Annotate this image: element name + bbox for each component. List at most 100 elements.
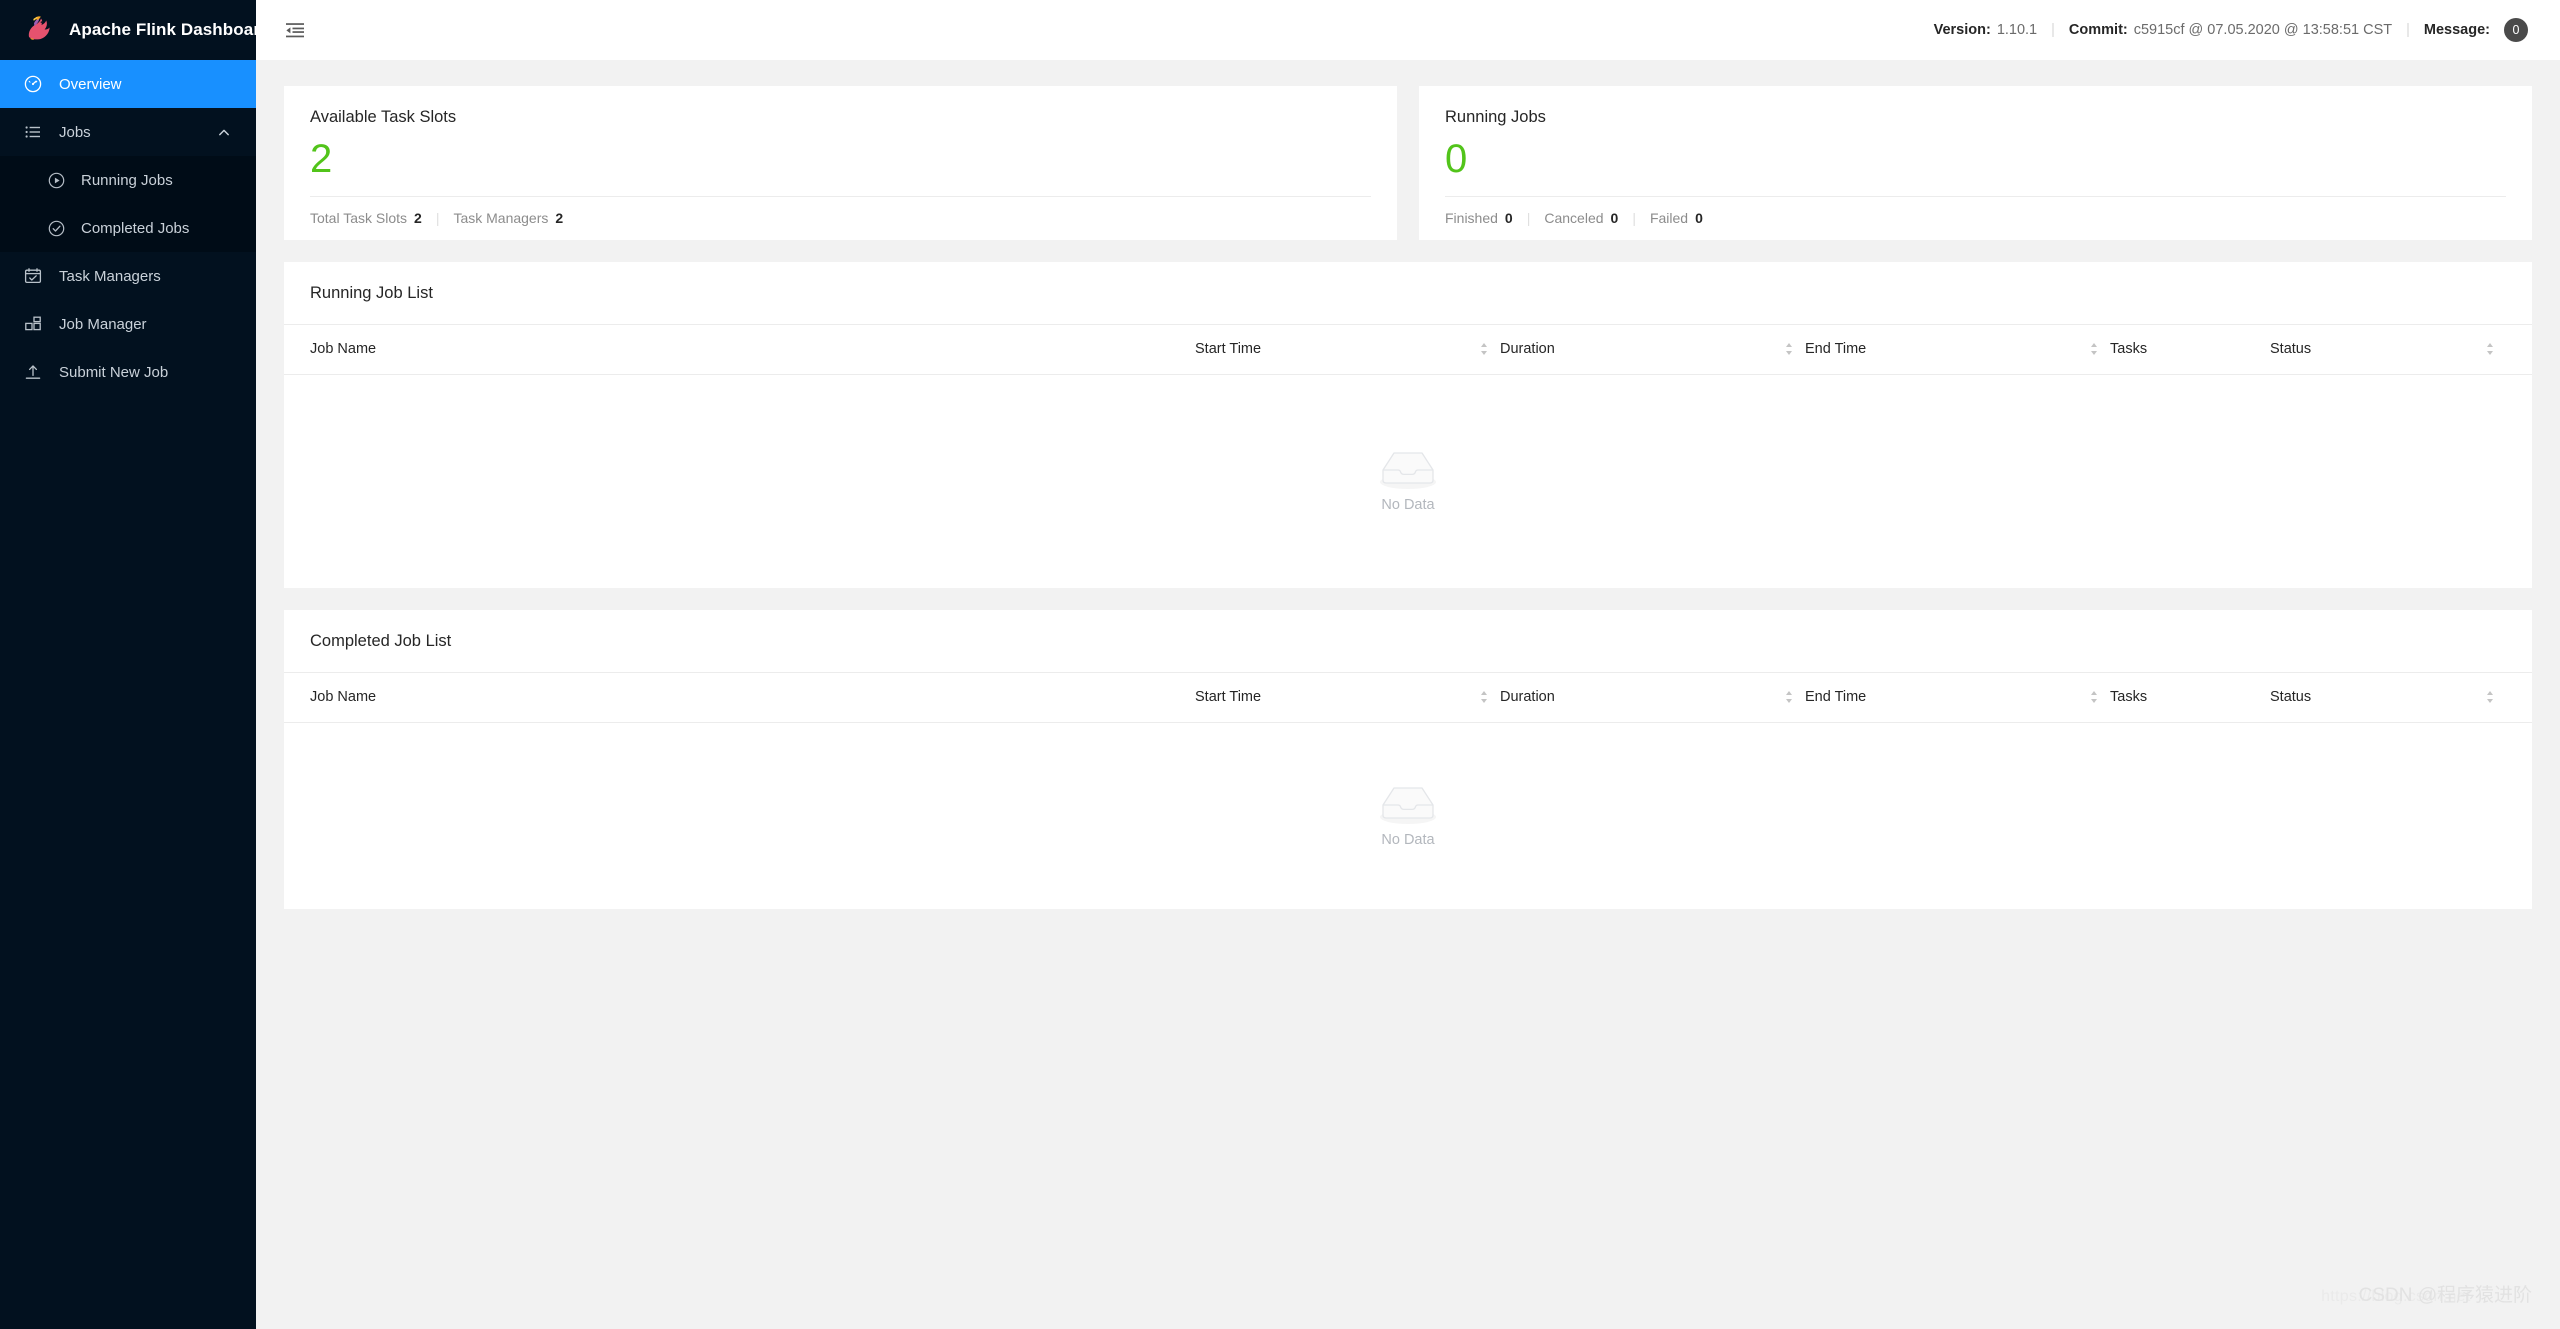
running-job-list-empty-state: No Data bbox=[284, 375, 2532, 588]
empty-text: No Data bbox=[1381, 497, 1435, 514]
total-task-slots-label: Total Task Slots bbox=[310, 210, 408, 227]
empty-box-icon bbox=[1376, 449, 1440, 490]
empty-box-icon bbox=[1376, 784, 1440, 825]
sidebar-item-task-managers[interactable]: Task Managers bbox=[0, 252, 256, 300]
running-jobs-value: 0 bbox=[1445, 137, 1468, 181]
sort-arrows-icon[interactable] bbox=[1783, 340, 1795, 358]
running-job-table: Job Name Start Time Duration End Time Ta… bbox=[284, 323, 2532, 588]
separator: | bbox=[2051, 22, 2055, 38]
column-label: Job Name bbox=[310, 689, 377, 706]
topbar-info: Version: 1.10.1 | Commit: c5915cf @ 07.0… bbox=[1934, 18, 2528, 42]
column-label: Duration bbox=[1500, 341, 1555, 358]
card-footer: Total Task Slots 2 | Task Managers 2 bbox=[310, 197, 1371, 240]
sidebar-item-label: Submit New Job bbox=[59, 363, 169, 381]
column-header-duration[interactable]: Duration bbox=[1500, 340, 1805, 358]
column-header-end-time[interactable]: End Time bbox=[1805, 688, 2110, 706]
sort-arrows-icon[interactable] bbox=[1478, 340, 1490, 358]
sidebar-item-completed-jobs[interactable]: Completed Jobs bbox=[0, 204, 256, 252]
card-title: Available Task Slots bbox=[310, 108, 457, 126]
running-job-list-title: Running Job List bbox=[310, 283, 433, 302]
completed-job-list-title: Completed Job List bbox=[310, 631, 452, 650]
empty-text: No Data bbox=[1381, 831, 1435, 848]
failed-value: 0 bbox=[1695, 210, 1703, 227]
column-label: Duration bbox=[1500, 689, 1555, 706]
column-label: Start Time bbox=[1195, 689, 1262, 706]
sidebar: Apache Flink Dashboard Overview Jobs Run… bbox=[0, 0, 270, 1329]
running-jobs-card: Running Jobs 0 Finished 0 | Canceled 0 |… bbox=[1419, 86, 2532, 240]
column-header-duration[interactable]: Duration bbox=[1500, 688, 1805, 706]
jobs-submenu: Running Jobs Completed Jobs bbox=[0, 156, 256, 252]
task-managers-label: Task Managers bbox=[453, 210, 549, 227]
canceled-label: Canceled bbox=[1544, 210, 1604, 227]
divider: | bbox=[435, 210, 440, 227]
finished-value: 0 bbox=[1504, 210, 1513, 227]
column-header-start-time[interactable]: Start Time bbox=[1195, 340, 1500, 358]
completed-job-list-card: Completed Job List Job Name Start Time D… bbox=[284, 609, 2532, 909]
card-title: Running Jobs bbox=[1445, 108, 1546, 126]
separator: | bbox=[2406, 22, 2410, 38]
version-value: 1.10.1 bbox=[1996, 22, 2038, 38]
play-circle-icon bbox=[48, 172, 65, 189]
brand-title: Apache Flink Dashboard bbox=[69, 20, 271, 39]
task-managers-value: 2 bbox=[555, 210, 564, 227]
completed-job-list-empty-state: No Data bbox=[284, 723, 2532, 909]
stats-row: Available Task Slots 2 Total Task Slots … bbox=[284, 86, 2532, 240]
column-header-tasks: Tasks bbox=[2110, 341, 2270, 357]
sidebar-item-job-manager[interactable]: Job Manager bbox=[0, 300, 256, 348]
sort-arrows-icon[interactable] bbox=[1783, 688, 1795, 706]
brand[interactable]: Apache Flink Dashboard bbox=[0, 0, 270, 60]
column-header-status[interactable]: Status bbox=[2270, 688, 2506, 706]
column-label: End Time bbox=[1805, 689, 1867, 706]
running-job-list-card: Running Job List Job Name Start Time Dur… bbox=[284, 261, 2532, 588]
flink-dashboard: Apache Flink Dashboard Overview Jobs Run… bbox=[0, 0, 2560, 1329]
upload-icon bbox=[24, 363, 42, 381]
finished-label: Finished bbox=[1445, 210, 1498, 227]
completed-job-table: Job Name Start Time Duration End Time Ta… bbox=[284, 671, 2532, 909]
sidebar-item-overview[interactable]: Overview bbox=[0, 60, 256, 108]
commit-value: c5915cf @ 07.05.2020 @ 13:58:51 CST bbox=[2133, 22, 2393, 38]
sidebar-subitem-label: Running Jobs bbox=[81, 171, 173, 189]
sort-arrows-icon[interactable] bbox=[1478, 688, 1490, 706]
sidebar-item-label: Job Manager bbox=[59, 315, 147, 333]
sort-arrows-icon[interactable] bbox=[2088, 688, 2100, 706]
sidebar-nav: Overview Jobs Running Jobs Completed Job… bbox=[0, 60, 256, 396]
sort-arrows-icon[interactable] bbox=[2484, 340, 2496, 358]
table-header-row: Job Name Start Time Duration End Time Ta… bbox=[284, 673, 2532, 723]
sidebar-subitem-label: Completed Jobs bbox=[81, 219, 190, 237]
column-label: Status bbox=[2270, 689, 2312, 706]
list-icon bbox=[24, 123, 42, 141]
column-label: Tasks bbox=[2110, 341, 2148, 358]
divider: | bbox=[1526, 210, 1531, 227]
content: Available Task Slots 2 Total Task Slots … bbox=[256, 60, 2560, 1329]
message-label: Message: bbox=[2423, 22, 2490, 38]
column-header-start-time[interactable]: Start Time bbox=[1195, 688, 1500, 706]
available-task-slots-value: 2 bbox=[310, 137, 333, 181]
message-count-badge[interactable]: 0 bbox=[2504, 18, 2528, 42]
sort-arrows-icon[interactable] bbox=[2484, 688, 2496, 706]
column-label: Tasks bbox=[2110, 689, 2148, 706]
menu-fold-icon[interactable] bbox=[282, 17, 308, 43]
available-task-slots-card: Available Task Slots 2 Total Task Slots … bbox=[284, 86, 1397, 240]
column-header-job-name: Job Name bbox=[310, 341, 1195, 357]
column-label: Start Time bbox=[1195, 341, 1262, 358]
column-label: Status bbox=[2270, 341, 2312, 358]
sidebar-item-label: Jobs bbox=[59, 123, 91, 141]
sidebar-item-running-jobs[interactable]: Running Jobs bbox=[0, 156, 256, 204]
column-label: Job Name bbox=[310, 341, 377, 358]
check-circle-icon bbox=[48, 220, 65, 237]
column-header-status[interactable]: Status bbox=[2270, 340, 2506, 358]
commit-label: Commit: bbox=[2068, 22, 2128, 38]
task-managers-icon bbox=[24, 267, 42, 285]
sidebar-item-submit-new-job[interactable]: Submit New Job bbox=[0, 348, 256, 396]
column-header-end-time[interactable]: End Time bbox=[1805, 340, 2110, 358]
canceled-value: 0 bbox=[1610, 210, 1619, 227]
sort-arrows-icon[interactable] bbox=[2088, 340, 2100, 358]
table-header-row: Job Name Start Time Duration End Time Ta… bbox=[284, 325, 2532, 375]
column-header-tasks: Tasks bbox=[2110, 689, 2270, 705]
main-area: Version: 1.10.1 | Commit: c5915cf @ 07.0… bbox=[256, 0, 2560, 1329]
topbar: Version: 1.10.1 | Commit: c5915cf @ 07.0… bbox=[256, 0, 2560, 60]
sidebar-item-jobs[interactable]: Jobs bbox=[0, 108, 256, 156]
total-task-slots-value: 2 bbox=[414, 210, 422, 227]
chevron-up-icon bbox=[218, 126, 230, 138]
card-footer: Finished 0 | Canceled 0 | Failed 0 bbox=[1445, 197, 2506, 240]
